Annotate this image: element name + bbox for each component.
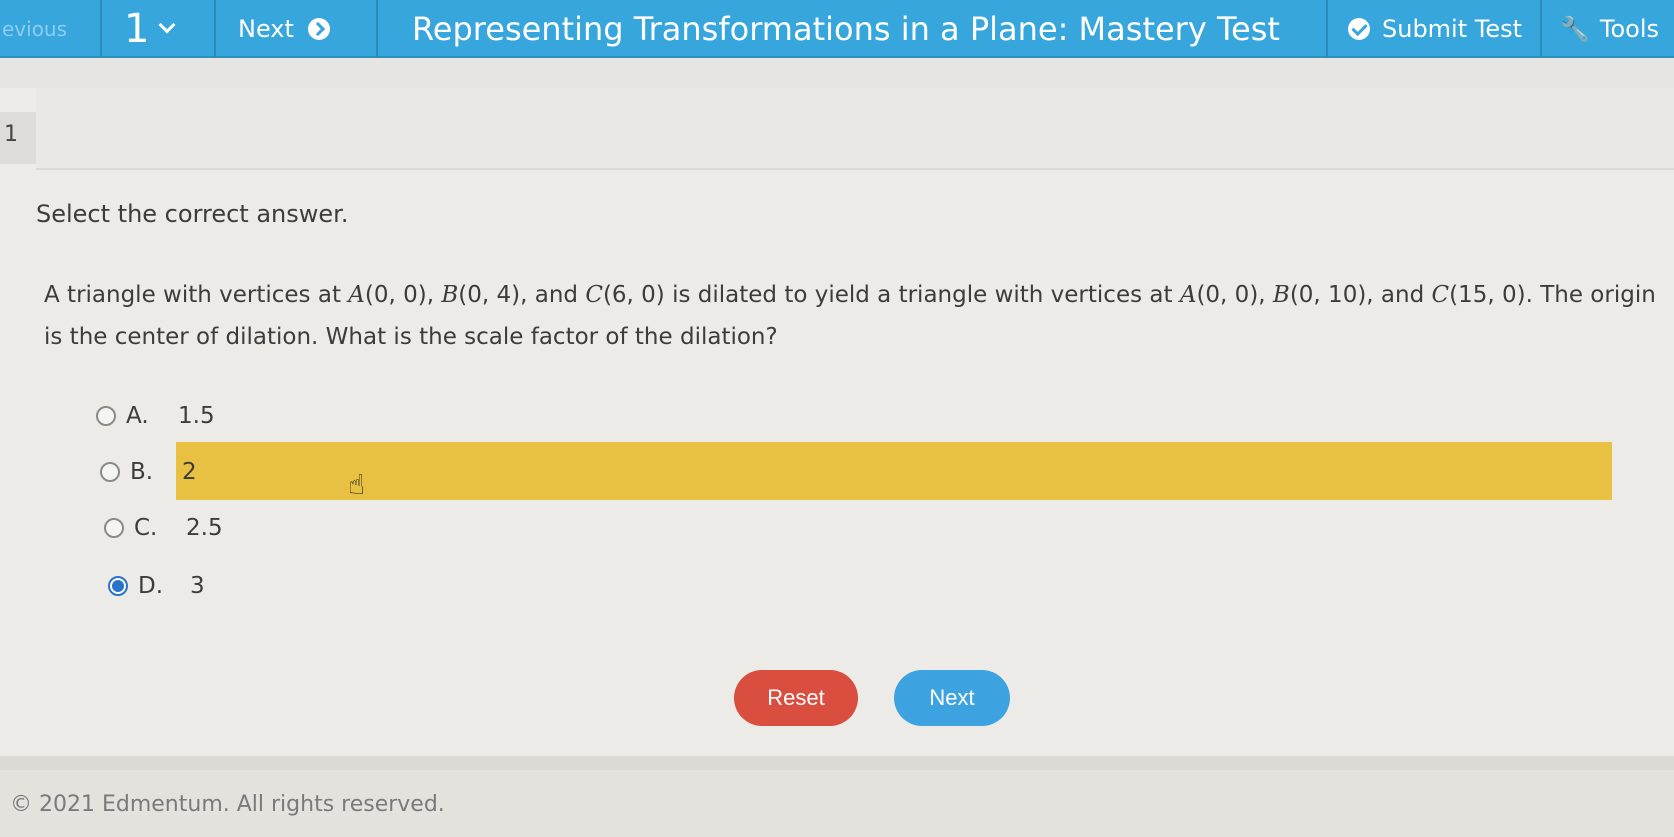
arrow-right-circle-icon xyxy=(307,18,330,40)
choice-letter: D. xyxy=(138,573,164,599)
choice-a[interactable]: A. 1.5 xyxy=(96,396,215,436)
choice-letter: A. xyxy=(126,403,149,429)
next-question-button[interactable]: Next xyxy=(216,0,376,58)
tools-label: Tools xyxy=(1599,15,1660,43)
check-circle-icon xyxy=(1348,18,1370,40)
question-number-label: 1 xyxy=(124,6,150,52)
question-header xyxy=(36,88,1674,170)
radio-button[interactable] xyxy=(100,462,120,482)
toolbar-divider xyxy=(1540,0,1542,58)
question-number: 1 xyxy=(4,122,18,147)
choice-c[interactable]: C. 2.5 xyxy=(104,508,223,548)
question-text: A triangle with vertices at A(0, 0), B(0… xyxy=(44,274,1674,358)
next-label: Next xyxy=(238,15,294,43)
choice-hover-highlight xyxy=(176,442,1612,500)
question-card xyxy=(0,88,1674,756)
choice-b[interactable]: B. 2 xyxy=(100,452,197,492)
choice-d[interactable]: D. 3 xyxy=(108,566,205,606)
radio-button[interactable] xyxy=(96,406,116,426)
instruction-text: Select the correct answer. xyxy=(36,200,349,228)
choice-letter: B. xyxy=(130,459,154,485)
radio-button[interactable] xyxy=(104,518,124,538)
tools-button[interactable]: 🔧 Tools xyxy=(1560,0,1674,58)
choice-value: 1.5 xyxy=(178,403,215,429)
question-fragment: (0, 4), and xyxy=(458,282,586,308)
previous-label: evious xyxy=(2,17,68,41)
choice-value: 2.5 xyxy=(186,515,223,541)
footer-separator xyxy=(0,756,1674,770)
next-button[interactable]: Next xyxy=(894,670,1010,726)
vertex-label: B xyxy=(1272,282,1290,308)
question-fragment: A triangle with vertices at xyxy=(44,282,349,308)
toolbar-divider xyxy=(100,0,102,58)
toolbar-divider xyxy=(1326,0,1328,58)
toolbar-divider xyxy=(376,0,378,58)
chevron-down-icon xyxy=(158,16,176,34)
submit-label: Submit Test xyxy=(1382,15,1523,43)
question-fragment: (0, 0), xyxy=(364,282,442,308)
vertex-label: C xyxy=(1431,282,1450,308)
reset-button[interactable]: Reset xyxy=(734,670,858,726)
question-number-dropdown[interactable]: 1 xyxy=(112,0,212,58)
vertex-label: B xyxy=(441,282,459,308)
vertex-label: A xyxy=(348,282,365,308)
top-toolbar: evious 1 Next Representing Transformatio… xyxy=(0,0,1674,58)
previous-button[interactable]: evious xyxy=(0,0,100,58)
copyright-text: © 2021 Edmentum. All rights reserved. xyxy=(10,792,445,817)
question-fragment: (6, 0) is dilated to yield a triangle wi… xyxy=(602,282,1180,308)
wrench-icon: 🔧 xyxy=(1560,15,1590,43)
question-number-tab: 1 xyxy=(0,112,36,164)
question-fragment: (0, 10), and xyxy=(1289,282,1432,308)
vertex-label: A xyxy=(1179,282,1197,308)
submit-test-button[interactable]: Submit Test xyxy=(1344,0,1539,58)
question-fragment: (0, 0), xyxy=(1196,282,1273,308)
hand-cursor-icon: ☝ xyxy=(348,468,366,501)
choice-value: 2 xyxy=(182,459,197,485)
radio-button-selected[interactable] xyxy=(108,576,128,596)
vertex-label: C xyxy=(585,282,603,308)
choice-letter: C. xyxy=(134,515,158,541)
choice-value: 3 xyxy=(190,573,205,599)
test-title: Representing Transformations in a Plane:… xyxy=(412,10,1280,48)
